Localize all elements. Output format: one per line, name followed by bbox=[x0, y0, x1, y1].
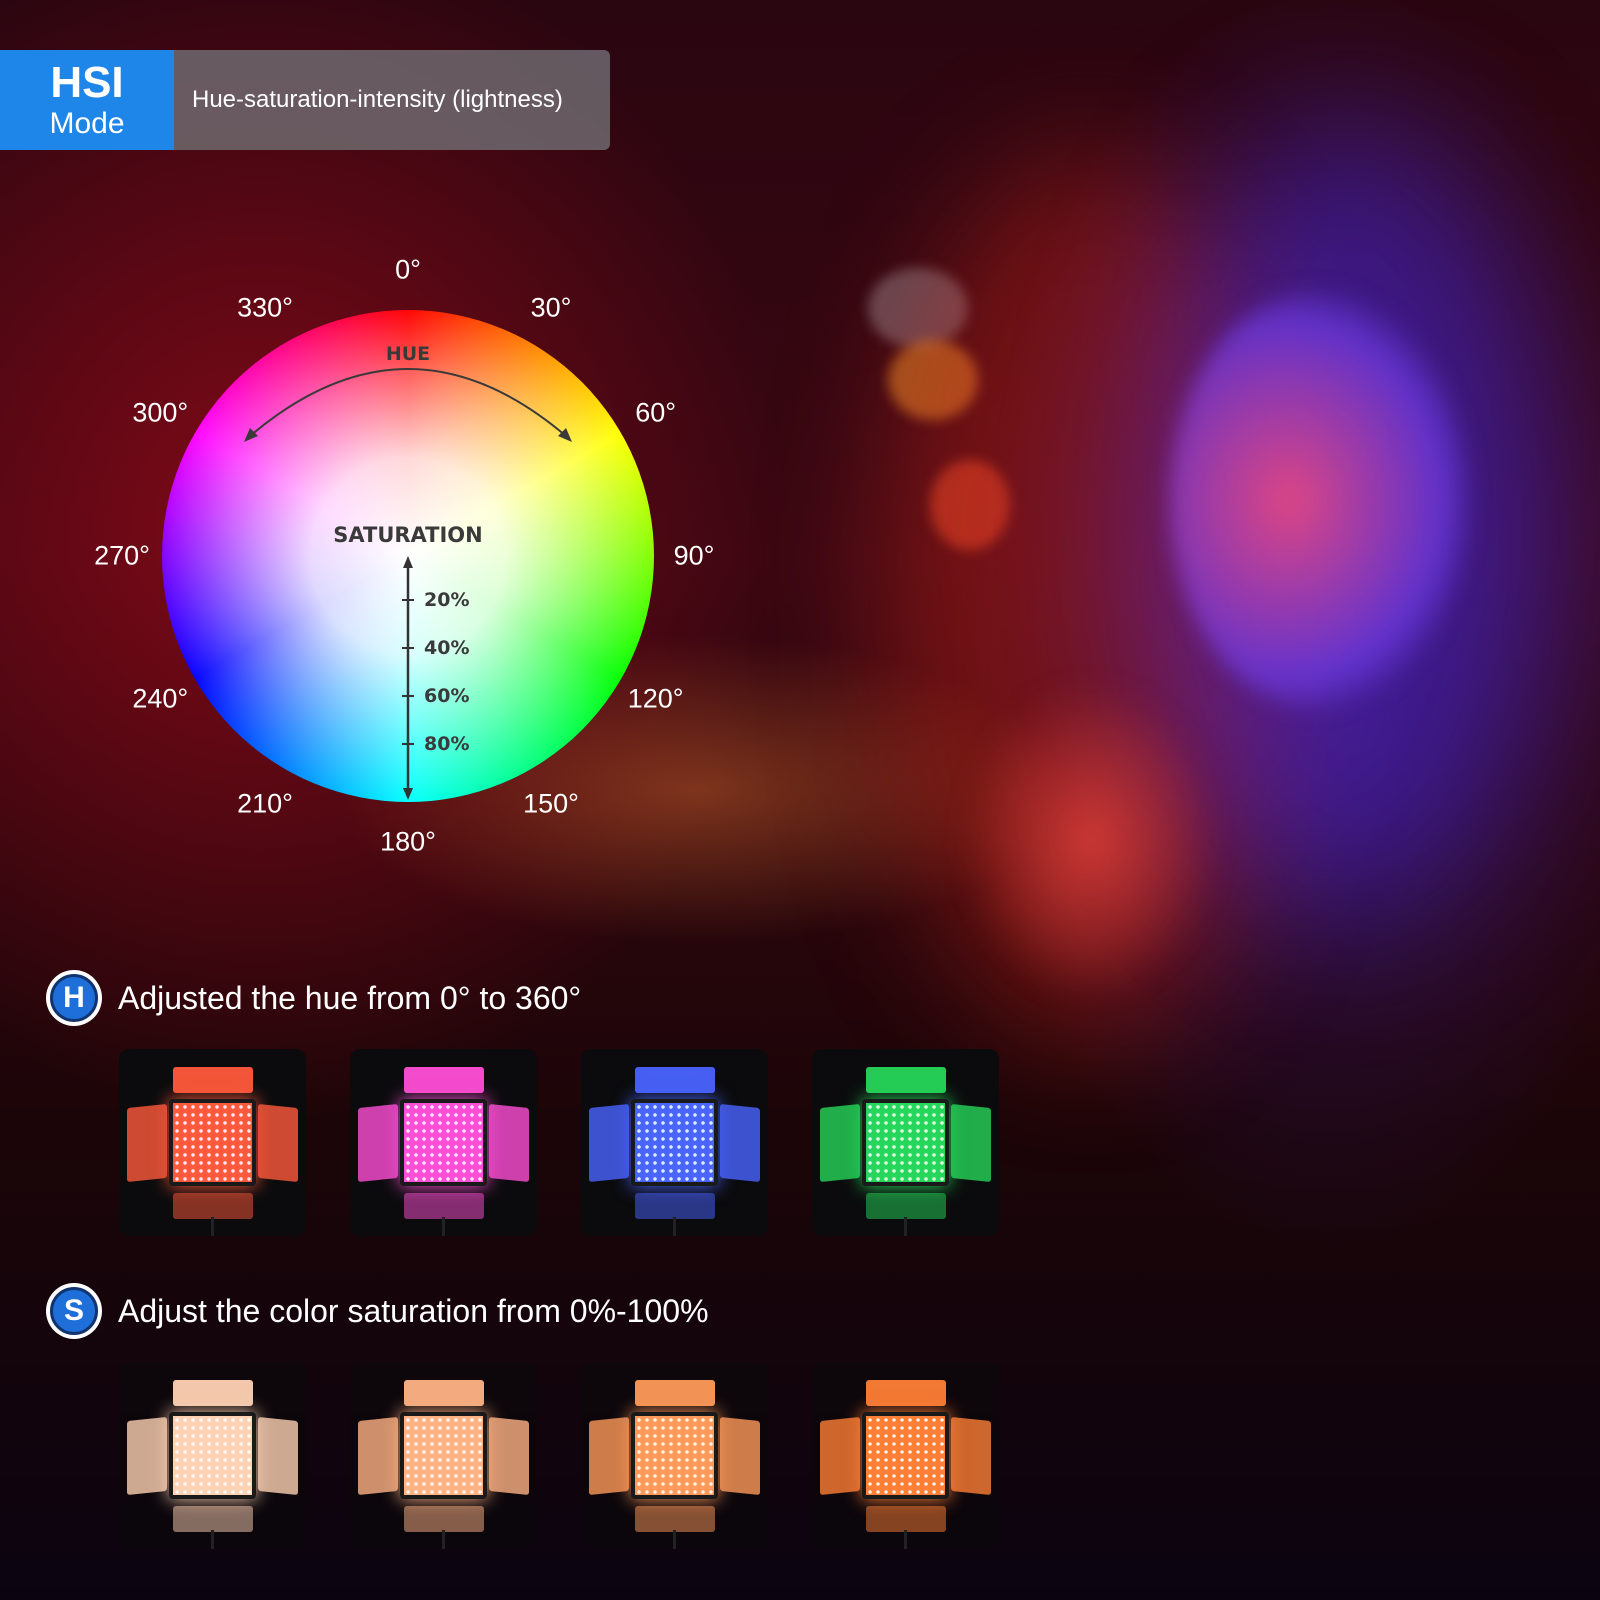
barn-door-top bbox=[635, 1380, 715, 1406]
led-light-panel bbox=[350, 1049, 537, 1236]
barn-door-left bbox=[820, 1416, 860, 1496]
saturation-tick-label: 40% bbox=[424, 637, 469, 659]
barn-door-right bbox=[489, 1103, 529, 1183]
hue-angle-label: 240° bbox=[132, 683, 189, 714]
led-light-panel bbox=[812, 1362, 999, 1549]
hue-angle-label: 150° bbox=[523, 788, 579, 819]
hue-angle-label: 330° bbox=[237, 292, 293, 323]
barn-door-top bbox=[404, 1380, 484, 1406]
saturation-label: SATURATION bbox=[333, 523, 482, 547]
barn-door-bottom bbox=[404, 1506, 484, 1532]
hue-label: HUE bbox=[386, 343, 430, 365]
barn-door-top bbox=[173, 1380, 253, 1406]
barn-door-right bbox=[258, 1103, 298, 1183]
barn-door-right bbox=[951, 1416, 991, 1496]
led-light-panel bbox=[581, 1049, 768, 1236]
barn-door-left bbox=[358, 1103, 398, 1183]
led-array bbox=[862, 1099, 949, 1186]
hue-angle-label: 300° bbox=[132, 397, 189, 428]
barn-door-bottom bbox=[173, 1506, 253, 1532]
barn-door-left bbox=[589, 1416, 629, 1496]
portrait-hand bbox=[960, 680, 1220, 1000]
hue-angle-label: 270° bbox=[94, 540, 150, 571]
barn-door-bottom bbox=[866, 1193, 946, 1219]
mode-description: Hue-saturation-intensity (lightness) bbox=[174, 50, 610, 150]
light-stand bbox=[904, 1217, 907, 1236]
led-light-panel bbox=[812, 1049, 999, 1236]
saturation-tick-label: 80% bbox=[424, 733, 469, 755]
barn-door-bottom bbox=[173, 1193, 253, 1219]
light-stand bbox=[211, 1217, 214, 1236]
led-array bbox=[169, 1099, 256, 1186]
hue-section-text: Adjusted the hue from 0° to 360° bbox=[118, 979, 582, 1016]
light-stand bbox=[211, 1530, 214, 1549]
wheel-annotations: HUE SATURATION 20% 40% 60% 80% bbox=[244, 343, 572, 800]
barn-door-right bbox=[258, 1416, 298, 1496]
light-stand bbox=[904, 1530, 907, 1549]
barn-door-top bbox=[866, 1380, 946, 1406]
barn-door-right bbox=[951, 1103, 991, 1183]
hue-angle-label: 120° bbox=[627, 683, 684, 714]
barn-door-top bbox=[635, 1067, 715, 1093]
portrait-face bbox=[1170, 290, 1470, 710]
hue-panel-row bbox=[119, 1049, 999, 1236]
led-array bbox=[400, 1099, 487, 1186]
saturation-section-text: Adjust the color saturation from 0%-100% bbox=[118, 1292, 709, 1329]
saturation-section-heading: S Adjust the color saturation from 0%-10… bbox=[46, 1283, 709, 1339]
barn-door-left bbox=[820, 1103, 860, 1183]
hue-badge: H bbox=[46, 970, 102, 1026]
mode-header: HSI Mode Hue-saturation-intensity (light… bbox=[0, 50, 610, 150]
barn-door-right bbox=[720, 1103, 760, 1183]
hsi-color-wheel: HUE SATURATION 20% 40% 60% 80% bbox=[162, 310, 654, 802]
led-light-panel bbox=[581, 1362, 768, 1549]
light-stand bbox=[673, 1217, 676, 1236]
barn-door-top bbox=[866, 1067, 946, 1093]
led-array bbox=[862, 1412, 949, 1499]
hue-angle-label: 210° bbox=[237, 788, 293, 819]
hue-angle-label: 30° bbox=[530, 292, 572, 323]
barn-door-right bbox=[720, 1416, 760, 1496]
led-light-panel bbox=[119, 1049, 306, 1236]
saturation-tick-label: 20% bbox=[424, 589, 469, 611]
mode-title: HSI bbox=[50, 58, 124, 107]
hue-angle-label: 180° bbox=[380, 826, 436, 857]
hue-section-heading: H Adjusted the hue from 0° to 360° bbox=[46, 970, 581, 1026]
mode-subtitle: Mode bbox=[49, 107, 125, 140]
led-array bbox=[631, 1412, 718, 1499]
barn-door-left bbox=[127, 1416, 167, 1496]
barn-door-right bbox=[489, 1416, 529, 1496]
barn-door-top bbox=[404, 1067, 484, 1093]
barn-door-left bbox=[127, 1103, 167, 1183]
hue-angle-label: 90° bbox=[673, 540, 715, 571]
barn-door-left bbox=[589, 1103, 629, 1183]
hue-arc-arrow bbox=[249, 368, 567, 437]
saturation-arrow-down-icon bbox=[403, 788, 413, 800]
saturation-arrow-up-icon bbox=[403, 556, 413, 568]
hue-angle-label: 0° bbox=[395, 254, 421, 285]
light-stand bbox=[673, 1530, 676, 1549]
hue-badge-letter: H bbox=[50, 974, 98, 1022]
barn-door-bottom bbox=[404, 1193, 484, 1219]
light-stand bbox=[442, 1530, 445, 1549]
barn-door-bottom bbox=[635, 1506, 715, 1532]
led-array bbox=[631, 1099, 718, 1186]
hue-angle-label: 60° bbox=[635, 397, 677, 428]
saturation-tick-label: 60% bbox=[424, 685, 469, 707]
mode-badge: HSI Mode bbox=[0, 50, 174, 150]
barn-door-top bbox=[173, 1067, 253, 1093]
saturation-badge: S bbox=[46, 1283, 102, 1339]
led-light-panel bbox=[350, 1362, 537, 1549]
led-array bbox=[400, 1412, 487, 1499]
saturation-badge-letter: S bbox=[50, 1287, 98, 1335]
barn-door-bottom bbox=[635, 1193, 715, 1219]
barn-door-bottom bbox=[866, 1506, 946, 1532]
led-array bbox=[169, 1412, 256, 1499]
saturation-panel-row bbox=[119, 1362, 999, 1549]
led-light-panel bbox=[119, 1362, 306, 1549]
barn-door-left bbox=[358, 1416, 398, 1496]
product-infographic: HSI Mode Hue-saturation-intensity (light… bbox=[0, 0, 1600, 1600]
light-stand bbox=[442, 1217, 445, 1236]
